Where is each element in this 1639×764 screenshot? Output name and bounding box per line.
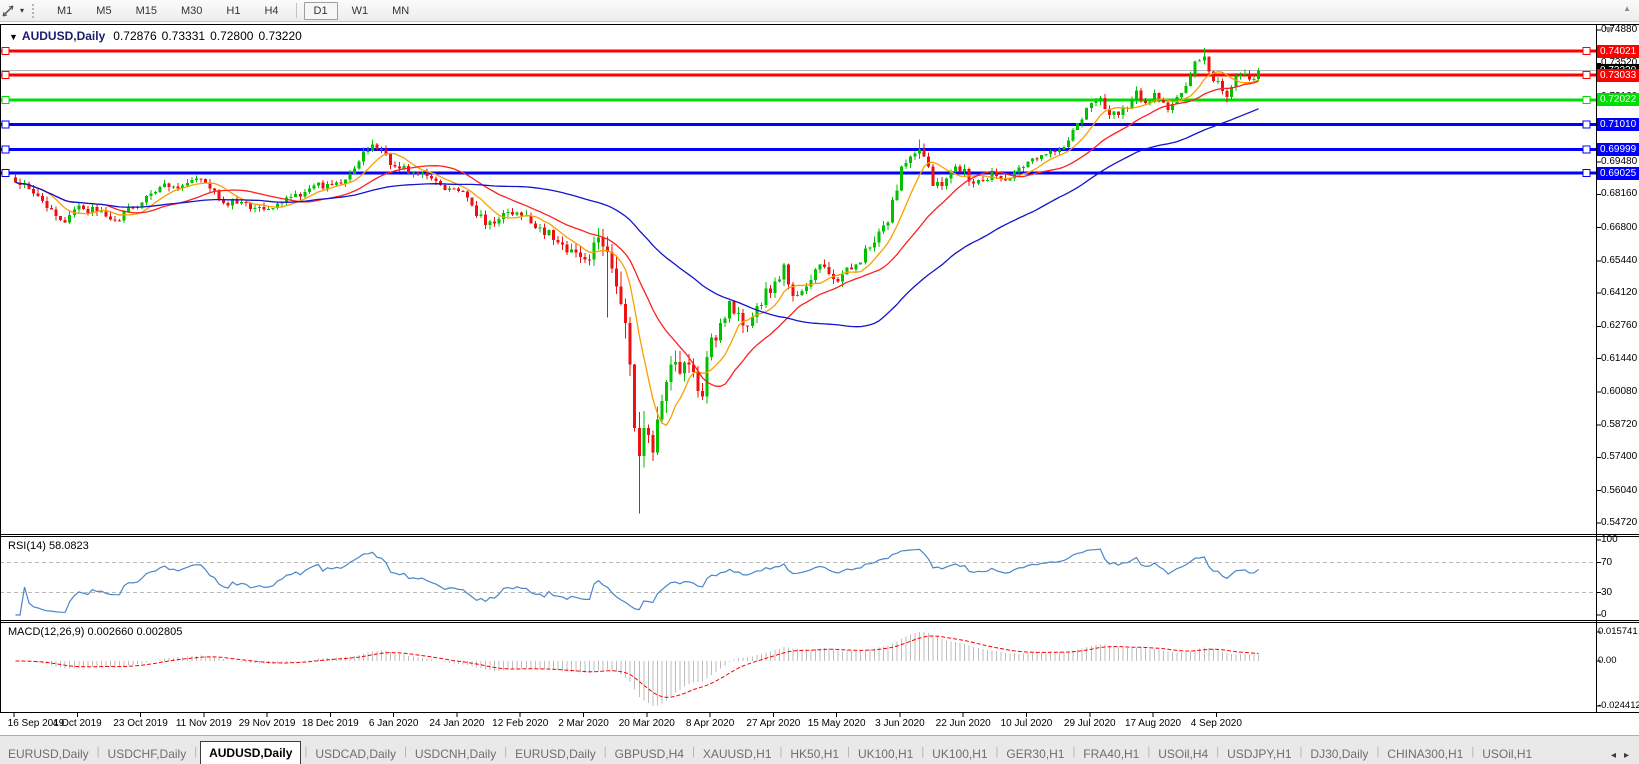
price-tick-label: 0.74880 bbox=[1601, 24, 1639, 36]
ohlc-high: 0.73331 bbox=[162, 29, 205, 43]
price-tick-label: 0.60080 bbox=[1601, 386, 1639, 398]
ohlc-close: 0.73220 bbox=[258, 29, 301, 43]
price-tick-label: 0.56040 bbox=[1601, 485, 1639, 497]
rsi-axis-label: 30 bbox=[1601, 587, 1639, 599]
rsi-value: 58.0823 bbox=[49, 540, 89, 552]
price-tick-label: 0.57400 bbox=[1601, 451, 1639, 463]
price-tick-label: 0.66800 bbox=[1601, 222, 1639, 234]
hline-price-label: 0.71010 bbox=[1597, 118, 1639, 131]
chart-tab-usdjpy-h1[interactable]: USDJPY,H1 bbox=[1219, 744, 1299, 764]
date-tick-label: 27 Apr 2020 bbox=[737, 718, 809, 729]
price-tick-label: 0.62760 bbox=[1601, 320, 1639, 332]
tab-scroll-buttons: ◂ ▸ bbox=[1605, 750, 1639, 764]
date-tick-label: 10 Jul 2020 bbox=[990, 718, 1062, 729]
date-tick-label: 3 Jun 2020 bbox=[864, 718, 936, 729]
ohlc-low: 0.72800 bbox=[210, 29, 253, 43]
tab-divider: | bbox=[194, 746, 197, 758]
rsi-axis-label: 70 bbox=[1601, 557, 1639, 569]
macd-axis-label: 0.015741 bbox=[1598, 626, 1636, 638]
chart-tab-usoil-h4[interactable]: USOil,H4 bbox=[1150, 744, 1216, 764]
rsi-level-lines bbox=[0, 563, 1596, 593]
date-tick-label: 2 Mar 2020 bbox=[548, 718, 620, 729]
date-tick-label: 15 May 2020 bbox=[801, 718, 873, 729]
hline-price-label: 0.72022 bbox=[1597, 93, 1639, 106]
price-tick-label: 0.54720 bbox=[1601, 517, 1639, 529]
chart-tab-bar: EURUSD,Daily|USDCHF,Daily|AUDUSD,Daily|U… bbox=[0, 735, 1639, 764]
macd-name: MACD(12,26,9) bbox=[8, 626, 84, 638]
chart-tabs: EURUSD,Daily|USDCHF,Daily|AUDUSD,Daily|U… bbox=[0, 739, 1605, 764]
chart-borders bbox=[0, 25, 1639, 718]
hline-price-label: 0.69999 bbox=[1597, 143, 1639, 156]
tab-scroll-left-icon[interactable]: ◂ bbox=[1611, 750, 1616, 761]
macd-axis-label: 0.00 bbox=[1598, 655, 1636, 667]
hline-price-label: 0.74021 bbox=[1597, 45, 1639, 58]
price-tick-label: 0.68160 bbox=[1601, 188, 1639, 200]
chart-title: ▼ AUDUSD,Daily 0.72876 0.73331 0.72800 0.7322… bbox=[9, 29, 307, 43]
date-tick-label: 8 Apr 2020 bbox=[674, 718, 746, 729]
chart-tab-usdcad-daily[interactable]: USDCAD,Daily bbox=[307, 744, 404, 764]
tab-scroll-right-icon[interactable]: ▸ bbox=[1624, 750, 1629, 761]
chart-tab-usdcnh-daily[interactable]: USDCNH,Daily bbox=[407, 744, 504, 764]
chart-tab-uk100-h1[interactable]: UK100,H1 bbox=[850, 744, 921, 764]
rsi-panel-label: RSI(14) 58.0823 bbox=[8, 540, 89, 552]
terminal-window: ▾ M1M5M15M30H1H4D1W1MN ▲ ▼AUDUSD,Daily0.… bbox=[0, 0, 1639, 764]
symbol-caret-icon[interactable]: ▼ bbox=[9, 32, 18, 42]
date-tick-label: 17 Aug 2020 bbox=[1117, 718, 1189, 729]
chart-tab-ger30-h1[interactable]: GER30,H1 bbox=[998, 744, 1072, 764]
macd-signal-value: 0.002805 bbox=[136, 626, 182, 638]
macd-histogram bbox=[16, 632, 1259, 706]
rsi-axis-label: 0 bbox=[1601, 609, 1639, 621]
date-tick-label: 29 Nov 2019 bbox=[231, 718, 303, 729]
macd-panel-label: MACD(12,26,9) 0.002660 0.002805 bbox=[8, 626, 182, 638]
chart-tab-eurusd-daily[interactable]: EURUSD,Daily bbox=[507, 744, 604, 764]
date-tick-label: 22 Jun 2020 bbox=[927, 718, 999, 729]
chart-tab-uk100-h1[interactable]: UK100,H1 bbox=[924, 744, 995, 764]
hline-price-label: 0.73033 bbox=[1597, 69, 1639, 82]
date-tick-label: 11 Nov 2019 bbox=[168, 718, 240, 729]
date-tick-label: 4 Oct 2019 bbox=[41, 718, 113, 729]
price-tick-label: 0.65440 bbox=[1601, 255, 1639, 267]
rsi-name: RSI(14) bbox=[8, 540, 46, 552]
chart-canvas[interactable] bbox=[0, 0, 1639, 735]
candles-series bbox=[14, 48, 1260, 514]
date-tick-label: 18 Dec 2019 bbox=[294, 718, 366, 729]
macd-axis-label: -0.024412 bbox=[1598, 700, 1636, 712]
macd-main-value: 0.002660 bbox=[87, 626, 133, 638]
chart-tab-usoil-h1[interactable]: USOil,H1 bbox=[1474, 744, 1540, 764]
date-tick-label: 23 Oct 2019 bbox=[105, 718, 177, 729]
chart-tab-eurusd-daily[interactable]: EURUSD,Daily bbox=[0, 744, 97, 764]
date-tick-label: 4 Sep 2020 bbox=[1180, 718, 1252, 729]
ma-medium-line bbox=[16, 81, 1259, 386]
chart-tab-fra40-h1[interactable]: FRA40,H1 bbox=[1075, 744, 1147, 764]
date-tick-label: 29 Jul 2020 bbox=[1054, 718, 1126, 729]
date-tick-label: 12 Feb 2020 bbox=[484, 718, 556, 729]
hline-price-label: 0.69025 bbox=[1597, 167, 1639, 180]
chart-tab-audusd-daily[interactable]: AUDUSD,Daily bbox=[200, 741, 301, 764]
chart-tab-xauusd-h1[interactable]: XAUUSD,H1 bbox=[695, 744, 780, 764]
chart-tab-gbpusd-h4[interactable]: GBPUSD,H4 bbox=[607, 744, 692, 764]
macd-signal-line bbox=[16, 636, 1259, 697]
ohlc-open: 0.72876 bbox=[113, 29, 156, 43]
chart-tab-hk50-h1[interactable]: HK50,H1 bbox=[782, 744, 847, 764]
chart-tab-usdchf-daily[interactable]: USDCHF,Daily bbox=[100, 744, 195, 764]
price-tick-label: 0.58720 bbox=[1601, 419, 1639, 431]
symbol-timeframe-label: AUDUSD,Daily bbox=[22, 29, 105, 43]
date-tick-label: 20 Mar 2020 bbox=[611, 718, 683, 729]
date-tick-label: 6 Jan 2020 bbox=[358, 718, 430, 729]
rsi-axis-label: 100 bbox=[1601, 534, 1639, 546]
rsi-line bbox=[16, 549, 1259, 615]
price-tick-label: 0.64120 bbox=[1601, 287, 1639, 299]
date-tick-label: 24 Jan 2020 bbox=[421, 718, 493, 729]
chart-tab-dj30-daily[interactable]: DJ30,Daily bbox=[1302, 744, 1376, 764]
chart-tab-china300-h1[interactable]: CHINA300,H1 bbox=[1379, 744, 1471, 764]
price-tick-label: 0.61440 bbox=[1601, 353, 1639, 365]
ma-slow-line bbox=[16, 109, 1259, 327]
